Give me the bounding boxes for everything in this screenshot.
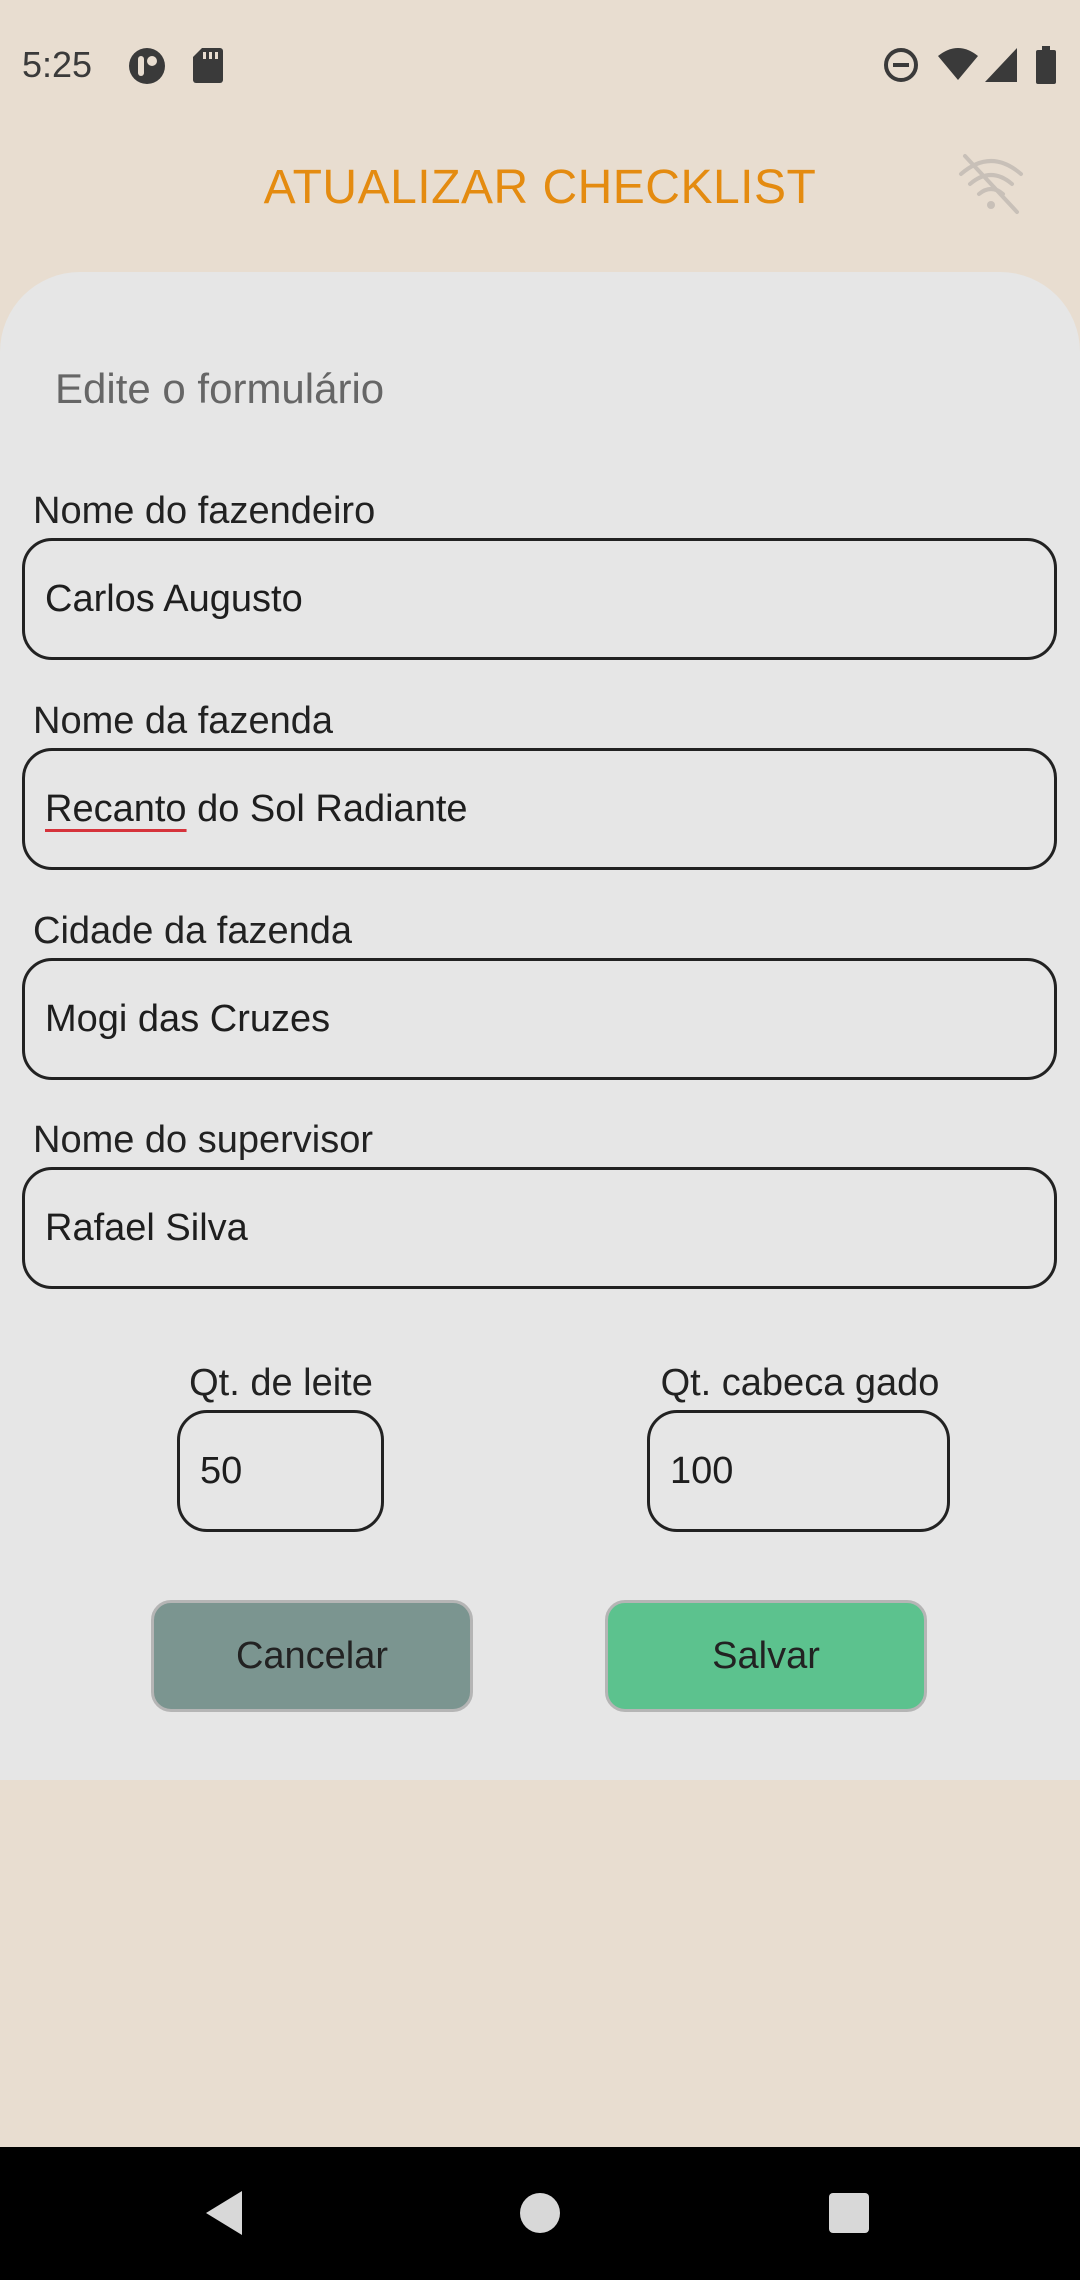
farm-name-value-rest: do Sol Radiante [186, 787, 468, 830]
farm-name-label: Nome da fazenda [33, 700, 333, 742]
milk-quantity-value: 50 [200, 1449, 243, 1492]
supervisor-name-input[interactable]: Rafael Silva [22, 1167, 1057, 1289]
supervisor-name-label: Nome do supervisor [33, 1119, 374, 1161]
form-heading: Edite o formulário [55, 365, 385, 412]
farm-city-value: Mogi das Cruzes [45, 997, 331, 1040]
cancel-button[interactable]: Cancelar [151, 1600, 473, 1712]
save-button[interactable]: Salvar [605, 1600, 927, 1712]
form-card: Edite o formulário Nome do fazendeiro Ca… [0, 272, 1080, 1780]
status-bar: 5:25 [0, 0, 1080, 135]
page-title: ATUALIZAR CHECKLIST [263, 161, 817, 214]
farmer-name-label: Nome do fazendeiro [33, 490, 376, 532]
recents-icon[interactable] [828, 2192, 870, 2234]
cellular-signal-icon [985, 48, 1017, 82]
back-icon[interactable] [202, 2188, 246, 2238]
supervisor-name-value: Rafael Silva [45, 1206, 248, 1249]
battery-icon [1036, 46, 1056, 84]
farm-name-value: Recanto do Sol Radiante [45, 788, 468, 831]
sd-card-icon [193, 48, 223, 83]
status-time: 5:25 [22, 44, 93, 85]
farmer-name-value: Carlos Augusto [45, 577, 303, 620]
milk-quantity-label: Qt. de leite [189, 1362, 373, 1404]
farm-city-input[interactable]: Mogi das Cruzes [22, 958, 1057, 1080]
farm-name-input[interactable]: Recanto do Sol Radiante [22, 748, 1057, 870]
milk-quantity-input[interactable]: 50 [177, 1410, 384, 1532]
navigation-bar [0, 2147, 1080, 2280]
home-icon[interactable] [518, 2191, 562, 2235]
farmer-name-input[interactable]: Carlos Augusto [22, 538, 1057, 660]
app-notification-icon [129, 48, 165, 84]
cattle-quantity-value: 100 [670, 1449, 734, 1492]
wifi-icon [938, 48, 978, 80]
cattle-quantity-input[interactable]: 100 [647, 1410, 950, 1532]
wifi-off-icon [959, 154, 1023, 214]
misspelled-word: Recanto [45, 787, 187, 830]
cattle-quantity-label: Qt. cabeca gado [660, 1362, 940, 1404]
do-not-disturb-icon [884, 48, 918, 82]
farm-city-label: Cidade da fazenda [33, 910, 353, 952]
